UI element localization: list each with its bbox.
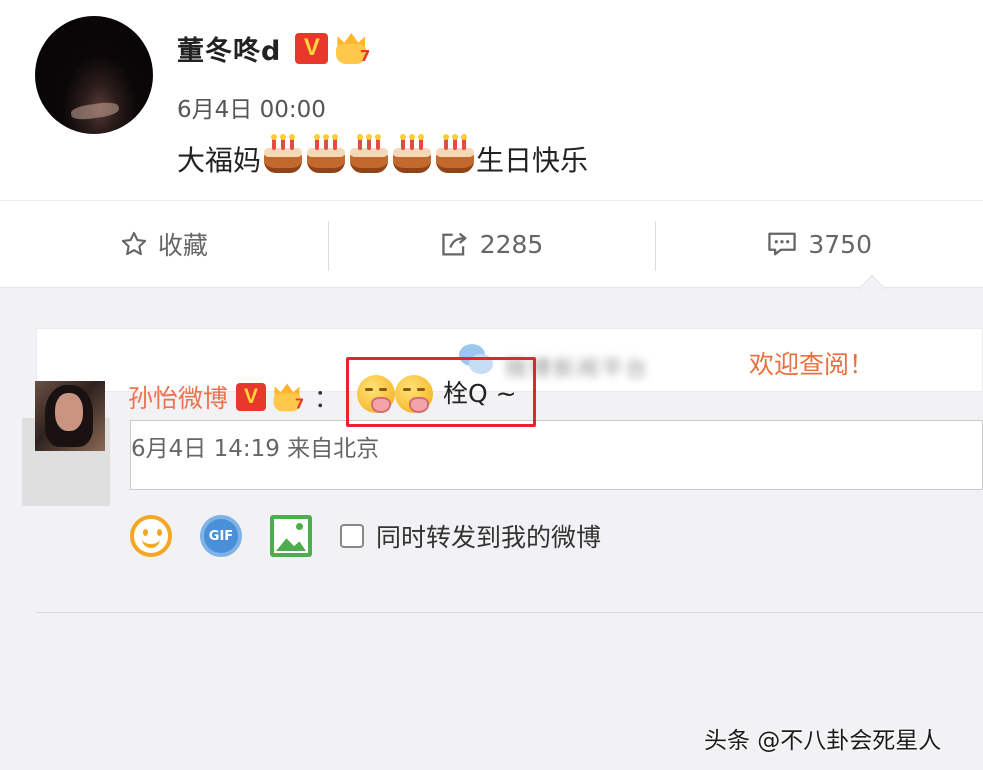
reply-author-name[interactable]: 孙怡微博 bbox=[128, 379, 228, 415]
share-icon bbox=[440, 230, 470, 258]
post-text: 大福妈 生日快乐 bbox=[177, 133, 589, 182]
image-icon[interactable] bbox=[270, 515, 312, 557]
comment-button[interactable]: 3750 bbox=[655, 201, 983, 287]
crown-level: 7 bbox=[294, 396, 305, 413]
comment-icon bbox=[766, 230, 798, 258]
reply-meta: 6月4日 14:19 来自北京 bbox=[131, 436, 380, 462]
reply-text: 栓Q ~ bbox=[443, 379, 517, 408]
author-row: 董冬咚d V 7 bbox=[177, 28, 371, 68]
notice-link[interactable]: 欢迎查阅！ bbox=[749, 345, 874, 381]
comment-count: 3750 bbox=[808, 229, 872, 259]
post-card: 董冬咚d V 7 6月4日 00:00 大福妈 生日快乐 bbox=[0, 0, 983, 200]
reply-header: 孙怡微博 V 7 ： bbox=[128, 377, 339, 417]
verified-v-icon[interactable]: V bbox=[236, 383, 267, 411]
verified-v-icon[interactable]: V bbox=[295, 32, 329, 64]
post-text-suffix: 生日快乐 bbox=[476, 144, 589, 177]
divider bbox=[36, 612, 983, 613]
crown-level: 7 bbox=[359, 47, 371, 65]
author-name[interactable]: 董冬咚d bbox=[177, 29, 281, 68]
blush-emoji-icon bbox=[357, 375, 395, 413]
author-avatar[interactable] bbox=[35, 16, 153, 134]
repost-checkbox-label[interactable]: 同时转发到我的微博 bbox=[376, 518, 601, 554]
watermark: 头条 @不八卦会死星人 bbox=[704, 728, 942, 754]
cake-emoji-icon bbox=[348, 133, 390, 175]
favorite-label: 收藏 bbox=[157, 231, 208, 260]
member-crown-icon[interactable]: 7 bbox=[272, 382, 305, 413]
composer-toolbar: GIF 同时转发到我的微博 bbox=[130, 514, 601, 558]
member-crown-icon[interactable]: 7 bbox=[334, 31, 371, 65]
reply-colon: ： bbox=[314, 384, 340, 413]
reply-author-avatar[interactable] bbox=[35, 381, 105, 451]
cake-emoji-icon bbox=[434, 133, 476, 175]
cake-emoji-icon bbox=[305, 133, 347, 175]
cake-emoji-icon bbox=[262, 133, 304, 175]
repost-button[interactable]: 2285 bbox=[327, 201, 656, 287]
action-bar: 收藏 2285 3750 bbox=[0, 200, 983, 288]
gif-icon[interactable]: GIF bbox=[200, 515, 242, 557]
favorite-button[interactable]: 收藏 bbox=[0, 201, 328, 287]
repost-count: 2285 bbox=[479, 229, 544, 259]
post-text-prefix: 大福妈 bbox=[177, 144, 262, 177]
cake-emoji-group bbox=[261, 133, 476, 182]
repost-checkbox[interactable] bbox=[340, 524, 364, 548]
highlight-box: 栓Q ~ bbox=[346, 357, 536, 427]
emoji-smile-icon[interactable] bbox=[130, 515, 172, 557]
blush-emoji-icon bbox=[395, 375, 433, 413]
cake-emoji-icon bbox=[391, 133, 433, 175]
star-icon bbox=[120, 230, 148, 258]
post-time[interactable]: 6月4日 00:00 bbox=[177, 90, 326, 124]
